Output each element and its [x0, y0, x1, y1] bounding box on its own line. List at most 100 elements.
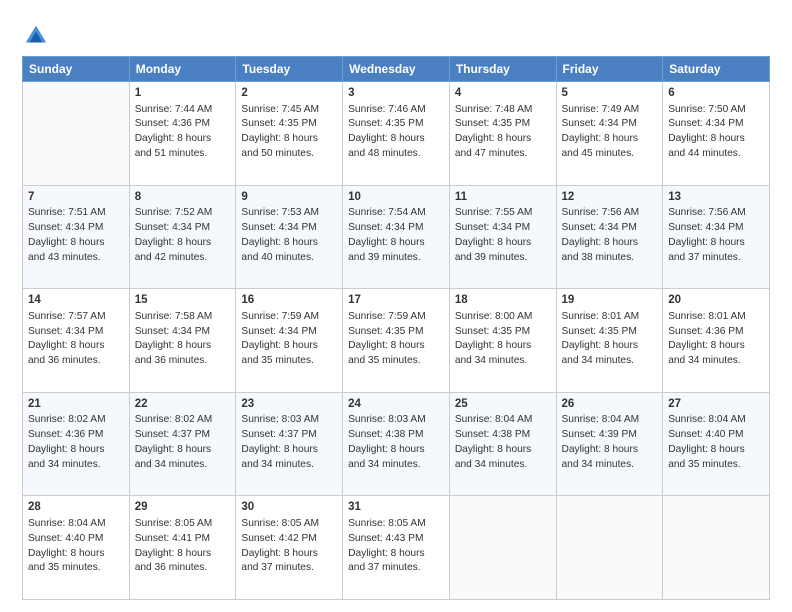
sunrise-text: Sunrise: 7:56 AM: [562, 207, 640, 218]
sunset-text: Sunset: 4:36 PM: [668, 326, 743, 337]
sunrise-text: Sunrise: 8:00 AM: [455, 311, 533, 322]
sunrise-text: Sunrise: 8:04 AM: [562, 414, 640, 425]
day-number: 20: [668, 292, 764, 309]
day-number: 13: [668, 189, 764, 206]
calendar-cell: 26Sunrise: 8:04 AMSunset: 4:39 PMDayligh…: [556, 392, 663, 496]
daylight-text: Daylight: 8 hours and 34 minutes.: [241, 444, 317, 470]
weekday-header-wednesday: Wednesday: [343, 57, 450, 82]
calendar-cell: [449, 496, 556, 600]
sunset-text: Sunset: 4:36 PM: [28, 429, 103, 440]
calendar-cell: 16Sunrise: 7:59 AMSunset: 4:34 PMDayligh…: [236, 289, 343, 393]
day-number: 6: [668, 85, 764, 102]
weekday-header-row: SundayMondayTuesdayWednesdayThursdayFrid…: [23, 57, 770, 82]
daylight-text: Daylight: 8 hours and 35 minutes.: [28, 548, 104, 574]
sunrise-text: Sunrise: 7:59 AM: [348, 311, 426, 322]
sunrise-text: Sunrise: 8:02 AM: [28, 414, 106, 425]
sunrise-text: Sunrise: 7:57 AM: [28, 311, 106, 322]
sunrise-text: Sunrise: 7:56 AM: [668, 207, 746, 218]
calendar-cell: 17Sunrise: 7:59 AMSunset: 4:35 PMDayligh…: [343, 289, 450, 393]
sunset-text: Sunset: 4:42 PM: [241, 533, 316, 544]
day-number: 22: [135, 396, 231, 413]
calendar-week-0: 1Sunrise: 7:44 AMSunset: 4:36 PMDaylight…: [23, 82, 770, 186]
daylight-text: Daylight: 8 hours and 34 minutes.: [28, 444, 104, 470]
day-number: 11: [455, 189, 551, 206]
sunset-text: Sunset: 4:35 PM: [455, 118, 530, 129]
calendar-cell: 24Sunrise: 8:03 AMSunset: 4:38 PMDayligh…: [343, 392, 450, 496]
weekday-header-tuesday: Tuesday: [236, 57, 343, 82]
calendar-cell: 7Sunrise: 7:51 AMSunset: 4:34 PMDaylight…: [23, 185, 130, 289]
calendar-cell: 4Sunrise: 7:48 AMSunset: 4:35 PMDaylight…: [449, 82, 556, 186]
day-number: 14: [28, 292, 124, 309]
weekday-header-thursday: Thursday: [449, 57, 556, 82]
sunrise-text: Sunrise: 7:45 AM: [241, 104, 319, 115]
daylight-text: Daylight: 8 hours and 35 minutes.: [348, 340, 424, 366]
sunrise-text: Sunrise: 7:54 AM: [348, 207, 426, 218]
daylight-text: Daylight: 8 hours and 38 minutes.: [562, 237, 638, 263]
calendar-cell: [556, 496, 663, 600]
sunset-text: Sunset: 4:34 PM: [668, 118, 743, 129]
calendar-week-3: 21Sunrise: 8:02 AM Sunset: 4:36 PM Dayligh…: [23, 392, 770, 496]
calendar-cell: [23, 82, 130, 186]
sunset-text: Sunset: 4:35 PM: [455, 326, 530, 337]
day-number: 4: [455, 85, 551, 102]
sunset-text: Sunset: 4:34 PM: [28, 222, 103, 233]
daylight-text: Daylight: 8 hours and 51 minutes.: [135, 133, 211, 159]
sunrise-text: Sunrise: 8:05 AM: [348, 518, 426, 529]
day-number: 24: [348, 396, 444, 413]
calendar-week-1: 7Sunrise: 7:51 AMSunset: 4:34 PMDaylight…: [23, 185, 770, 289]
daylight-text: Daylight: 8 hours and 37 minutes.: [668, 237, 744, 263]
calendar-cell: 14 Sunrise: 7:57 AM Sunset: 4:34 PM Dayligh…: [23, 289, 130, 393]
calendar-cell: [663, 496, 770, 600]
sunrise-text: Sunrise: 8:01 AM: [668, 311, 746, 322]
day-number: 5: [562, 85, 658, 102]
weekday-header-friday: Friday: [556, 57, 663, 82]
day-number: 28: [28, 499, 124, 516]
calendar-cell: 21Sunrise: 8:02 AM Sunset: 4:36 PM Dayligh…: [23, 392, 130, 496]
daylight-text: Daylight: 8 hours and 48 minutes.: [348, 133, 424, 159]
day-number: 21: [28, 396, 124, 413]
calendar-cell: 8Sunrise: 7:52 AMSunset: 4:34 PMDaylight…: [129, 185, 236, 289]
calendar-cell: 10Sunrise: 7:54 AM Sunset: 4:34 PM Dayligh…: [343, 185, 450, 289]
sunrise-text: Sunrise: 7:59 AM: [241, 311, 319, 322]
daylight-text: Daylight: 8 hours and 39 minutes.: [348, 237, 424, 263]
sunset-text: Sunset: 4:34 PM: [348, 222, 423, 233]
calendar-page: SundayMondayTuesdayWednesdayThursdayFrid…: [0, 0, 792, 612]
sunset-text: Sunset: 4:34 PM: [241, 222, 316, 233]
sunset-text: Sunset: 4:40 PM: [668, 429, 743, 440]
daylight-text: Daylight: 8 hours and 36 minutes.: [28, 340, 104, 366]
daylight-text: Daylight: 8 hours and 34 minutes.: [562, 444, 638, 470]
calendar-cell: 5Sunrise: 7:49 AMSunset: 4:34 PMDaylight…: [556, 82, 663, 186]
header: [22, 18, 770, 50]
sunset-text: Sunset: 4:35 PM: [241, 118, 316, 129]
calendar-cell: 23Sunrise: 8:03 AMSunset: 4:37 PMDayligh…: [236, 392, 343, 496]
sunset-text: Sunset: 4:43 PM: [348, 533, 423, 544]
sunset-text: Sunset: 4:37 PM: [241, 429, 316, 440]
calendar-cell: 30Sunrise: 8:05 AMSunset: 4:42 PMDayligh…: [236, 496, 343, 600]
sunrise-text: Sunrise: 8:05 AM: [135, 518, 213, 529]
day-number: 25: [455, 396, 551, 413]
sunset-text: Sunset: 4:37 PM: [135, 429, 210, 440]
day-number: 1: [135, 85, 231, 102]
calendar-week-2: 14 Sunrise: 7:57 AM Sunset: 4:34 PM Dayligh…: [23, 289, 770, 393]
sunrise-text: Sunrise: 7:46 AM: [348, 104, 426, 115]
day-number: 10: [348, 189, 444, 206]
sunset-text: Sunset: 4:34 PM: [28, 326, 103, 337]
daylight-text: Daylight: 8 hours and 34 minutes.: [455, 444, 531, 470]
sunset-text: Sunset: 4:34 PM: [135, 326, 210, 337]
calendar-cell: 29Sunrise: 8:05 AMSunset: 4:41 PMDayligh…: [129, 496, 236, 600]
daylight-text: Daylight: 8 hours and 37 minutes.: [348, 548, 424, 574]
calendar-cell: 9Sunrise: 7:53 AMSunset: 4:34 PMDaylight…: [236, 185, 343, 289]
sunrise-text: Sunrise: 8:01 AM: [562, 311, 640, 322]
day-number: 8: [135, 189, 231, 206]
calendar-cell: 31Sunrise: 8:05 AMSunset: 4:43 PMDayligh…: [343, 496, 450, 600]
day-number: 7: [28, 189, 124, 206]
daylight-text: Daylight: 8 hours and 47 minutes.: [455, 133, 531, 159]
sunset-text: Sunset: 4:34 PM: [135, 222, 210, 233]
day-number: 19: [562, 292, 658, 309]
daylight-text: Daylight: 8 hours and 36 minutes.: [135, 340, 211, 366]
day-number: 30: [241, 499, 337, 516]
day-number: 26: [562, 396, 658, 413]
daylight-text: Daylight: 8 hours and 45 minutes.: [562, 133, 638, 159]
daylight-text: Daylight: 8 hours and 36 minutes.: [135, 548, 211, 574]
day-number: 12: [562, 189, 658, 206]
